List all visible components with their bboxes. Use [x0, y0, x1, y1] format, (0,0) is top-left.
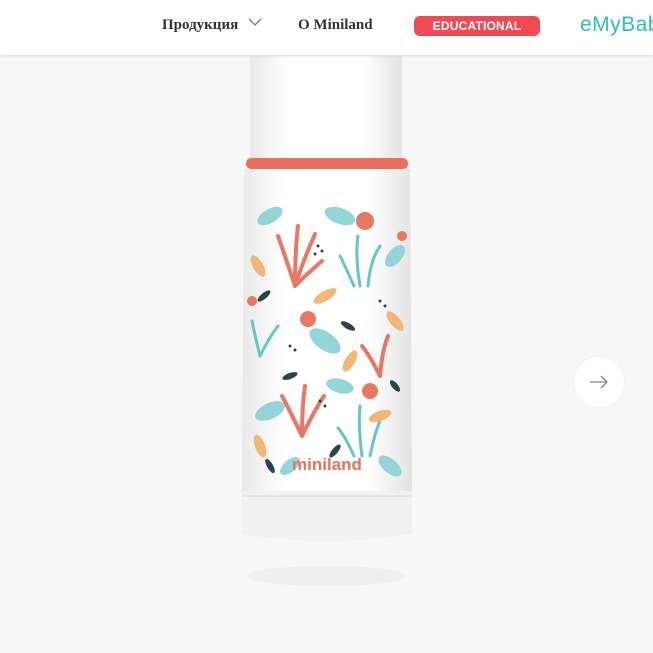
- top-navigation-bar: Продукция O Miniland EDUCATIONAL eMyBab: [0, 0, 653, 55]
- nav-products-label: Продукция: [162, 17, 239, 33]
- thermos-bottle-image: miniland: [242, 56, 412, 586]
- arrow-right-icon: [590, 375, 608, 389]
- product-gallery: miniland: [0, 56, 653, 653]
- nav-products[interactable]: Продукция: [162, 17, 262, 34]
- chevron-down-icon: [248, 18, 262, 26]
- carousel-next-button[interactable]: [574, 357, 624, 407]
- miniland-brand-print: miniland: [292, 455, 362, 474]
- emybaby-logo[interactable]: eMyBab: [580, 13, 653, 37]
- nav-about[interactable]: O Miniland: [298, 17, 373, 34]
- educational-badge[interactable]: EDUCATIONAL: [414, 16, 540, 36]
- nav-about-label: O Miniland: [298, 17, 373, 33]
